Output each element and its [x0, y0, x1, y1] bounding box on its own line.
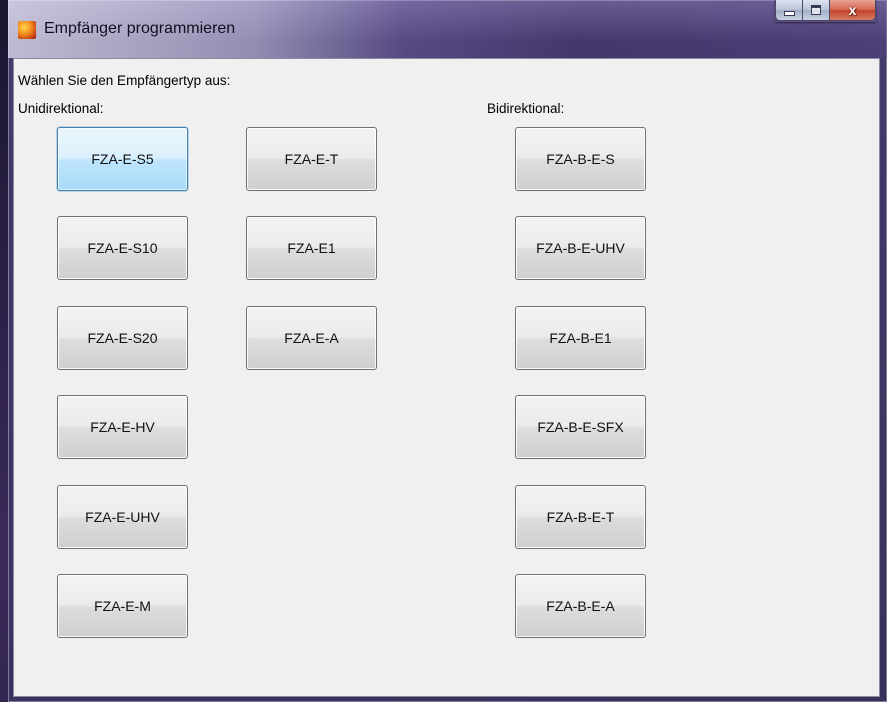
form-client-area: Wählen Sie den Empfängertyp aus: Unidire…: [13, 58, 880, 697]
window-title: Empfänger programmieren: [44, 20, 236, 37]
receiver-button-fza-e-m[interactable]: FZA-E-M: [57, 574, 188, 638]
receiver-button-fza-e-hv[interactable]: FZA-E-HV: [57, 395, 188, 459]
receiver-button-fza-b-e-uhv[interactable]: FZA-B-E-UHV: [515, 216, 646, 280]
title-bar[interactable]: Empfänger programmieren x: [8, 0, 887, 58]
receiver-button-fza-e-s5[interactable]: FZA-E-S5: [57, 127, 188, 191]
minimize-button[interactable]: [775, 0, 803, 21]
receiver-button-fza-b-e-sfx[interactable]: FZA-B-E-SFX: [515, 395, 646, 459]
receiver-button-fza-b-e-a[interactable]: FZA-B-E-A: [515, 574, 646, 638]
unidirectional-label: Unidirektional:: [18, 101, 104, 116]
caption-buttons: x: [775, 0, 876, 22]
receiver-button-fza-b-e1[interactable]: FZA-B-E1: [515, 306, 646, 370]
app-flame-icon: [18, 21, 36, 39]
bidirectional-label: Bidirektional:: [487, 101, 565, 116]
receiver-button-fza-e-s10[interactable]: FZA-E-S10: [57, 216, 188, 280]
receiver-button-fza-e-uhv[interactable]: FZA-E-UHV: [57, 485, 188, 549]
receiver-button-fza-b-e-t[interactable]: FZA-B-E-T: [515, 485, 646, 549]
close-button[interactable]: x: [830, 0, 876, 21]
receiver-button-fza-e-s20[interactable]: FZA-E-S20: [57, 306, 188, 370]
receiver-button-fza-e-a[interactable]: FZA-E-A: [246, 306, 377, 370]
program-receiver-window: Empfänger programmieren x Wählen Sie den…: [8, 0, 887, 702]
maximize-icon: [811, 5, 821, 15]
maximize-button[interactable]: [803, 0, 830, 21]
receiver-button-fza-b-e-s[interactable]: FZA-B-E-S: [515, 127, 646, 191]
minimize-icon: [783, 10, 795, 16]
receiver-button-fza-e-t[interactable]: FZA-E-T: [246, 127, 377, 191]
instruction-label: Wählen Sie den Empfängertyp aus:: [18, 73, 231, 88]
close-icon: x: [848, 2, 857, 18]
receiver-button-fza-e1[interactable]: FZA-E1: [246, 216, 377, 280]
